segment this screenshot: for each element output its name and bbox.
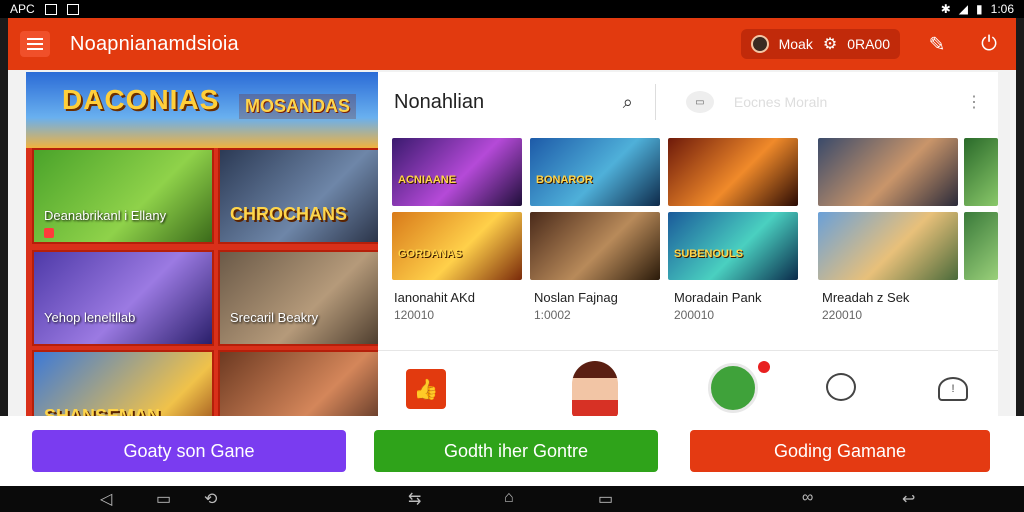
game-card[interactable]: GORDANAS: [392, 212, 522, 280]
feather-icon[interactable]: ✎: [922, 29, 952, 59]
left-panel: DACONIAS MOSANDAS Deanabrikanl i Ellany …: [26, 72, 378, 418]
back-icon[interactable]: ◁: [100, 489, 112, 509]
battery-icon: ▮: [976, 2, 983, 16]
screenshot-icon[interactable]: ⟲: [204, 489, 217, 509]
notification-icon: [66, 3, 79, 15]
game-count: 220010: [822, 308, 863, 322]
profile-avatar[interactable]: [572, 361, 618, 417]
more-options-icon[interactable]: ⋮: [966, 92, 982, 112]
user-avatar: [750, 35, 769, 53]
keyboard-icon[interactable]: ▭: [685, 91, 714, 113]
status-bar: APC ✱ ◢ ▮ 1:06: [0, 0, 1024, 18]
card-title: SUBENOULS: [674, 248, 744, 260]
secondary-game-button[interactable]: Godth iher Gontre: [374, 430, 658, 472]
card-title: ACNIAANE: [398, 174, 457, 186]
game-tile[interactable]: Srecaril Beakry: [218, 250, 378, 346]
game-card[interactable]: ACNIAANE: [392, 138, 522, 206]
notification-dot: [758, 361, 770, 373]
game-name[interactable]: Mreadah z Sek: [822, 290, 909, 305]
game-card[interactable]: [964, 138, 998, 206]
divider: [654, 84, 656, 120]
app-bar: Noapnianamdsioia Moak ⚙ 0RA00 ✎ ⏻: [8, 18, 1016, 70]
coins-label: 0RA00: [847, 36, 890, 52]
game-card[interactable]: [668, 138, 798, 206]
wifi-icon: ◢: [958, 2, 969, 16]
like-icon[interactable]: 👍: [406, 369, 446, 409]
apps-icon[interactable]: ▭: [598, 489, 613, 509]
navigation-bar: ◁ ▭ ⟲ ⇆ ⌂ ▭ ∞ ↩: [0, 486, 1024, 512]
clock: 1:06: [990, 2, 1014, 16]
game-card[interactable]: [818, 212, 958, 280]
panel-header: Nonahlian ⌕ ▭ Eocnes Moraln ⋮: [378, 72, 998, 132]
tile-badge: [44, 228, 54, 238]
game-card[interactable]: SUBENOULS: [668, 212, 798, 280]
game-tile[interactable]: Deanabrikanl i Ellany: [32, 148, 214, 244]
tile-label: CHROCHANS: [230, 204, 347, 224]
link-icon[interactable]: ∞: [802, 489, 813, 507]
tile-label: Deanabrikanl i Ellany: [44, 208, 167, 223]
tile-label: Yehop leneltllab: [44, 310, 136, 325]
game-tile[interactable]: CHROCHANS: [218, 148, 378, 244]
bluetooth-icon: ✱: [940, 2, 951, 16]
search-icon[interactable]: ⌕: [623, 92, 633, 113]
rotate-icon[interactable]: ⇆: [408, 489, 421, 509]
user-name: Moak: [778, 36, 813, 52]
home-icon[interactable]: ⌂: [504, 489, 514, 507]
game-card[interactable]: BONAROR: [530, 138, 660, 206]
menu-button[interactable]: [20, 31, 50, 57]
primary-game-button[interactable]: Goaty son Gane: [32, 430, 346, 472]
game-card[interactable]: [818, 138, 958, 206]
game-name[interactable]: Moradain Pank: [674, 290, 761, 305]
friend-avatar[interactable]: [708, 363, 758, 413]
quick-actions: 👍 !: [378, 350, 998, 418]
panel-title: Nonahlian: [394, 90, 485, 113]
game-count: 200010: [674, 308, 715, 322]
power-icon[interactable]: ⏻: [974, 29, 1004, 59]
third-game-button[interactable]: Goding Gamane: [690, 430, 990, 472]
game-name[interactable]: Ianonahit AKd: [394, 290, 475, 305]
chat-icon[interactable]: [826, 373, 856, 401]
main-content: DACONIAS MOSANDAS Deanabrikanl i Ellany …: [8, 70, 1016, 418]
game-card[interactable]: [530, 212, 660, 280]
settings-icon[interactable]: ⚙: [823, 34, 837, 54]
card-title: GORDANAS: [398, 248, 463, 260]
game-tile[interactable]: SHANSEMAN: [32, 350, 214, 418]
app-title: Noapnianamdsioia: [70, 32, 239, 55]
game-tile[interactable]: [218, 350, 378, 418]
right-panel: Nonahlian ⌕ ▭ Eocnes Moraln ⋮ ACNIAANE B…: [378, 72, 998, 418]
carrier-label: APC: [10, 2, 35, 16]
action-row: Goaty son Gane Godth iher Gontre Goding …: [0, 416, 1024, 486]
recents-icon[interactable]: ▭: [156, 489, 171, 509]
game-name[interactable]: Noslan Fajnag: [534, 290, 618, 305]
banner-title: DACONIAS: [62, 84, 220, 115]
featured-banner[interactable]: DACONIAS MOSANDAS: [26, 72, 378, 148]
game-card[interactable]: [964, 212, 998, 280]
game-tile[interactable]: Yehop leneltllab: [32, 250, 214, 346]
card-title: BONAROR: [536, 174, 593, 186]
message-icon[interactable]: !: [938, 377, 968, 401]
gallery-icon: [44, 3, 57, 15]
game-count: 120010: [394, 308, 435, 322]
search-input[interactable]: Eocnes Moraln: [734, 94, 827, 110]
game-count: 1:0002: [534, 308, 571, 322]
user-chip[interactable]: Moak ⚙ 0RA00: [740, 29, 900, 59]
banner-badge: MOSANDAS: [238, 94, 356, 119]
tile-label: Srecaril Beakry: [230, 310, 319, 325]
return-icon[interactable]: ↩: [902, 489, 915, 509]
